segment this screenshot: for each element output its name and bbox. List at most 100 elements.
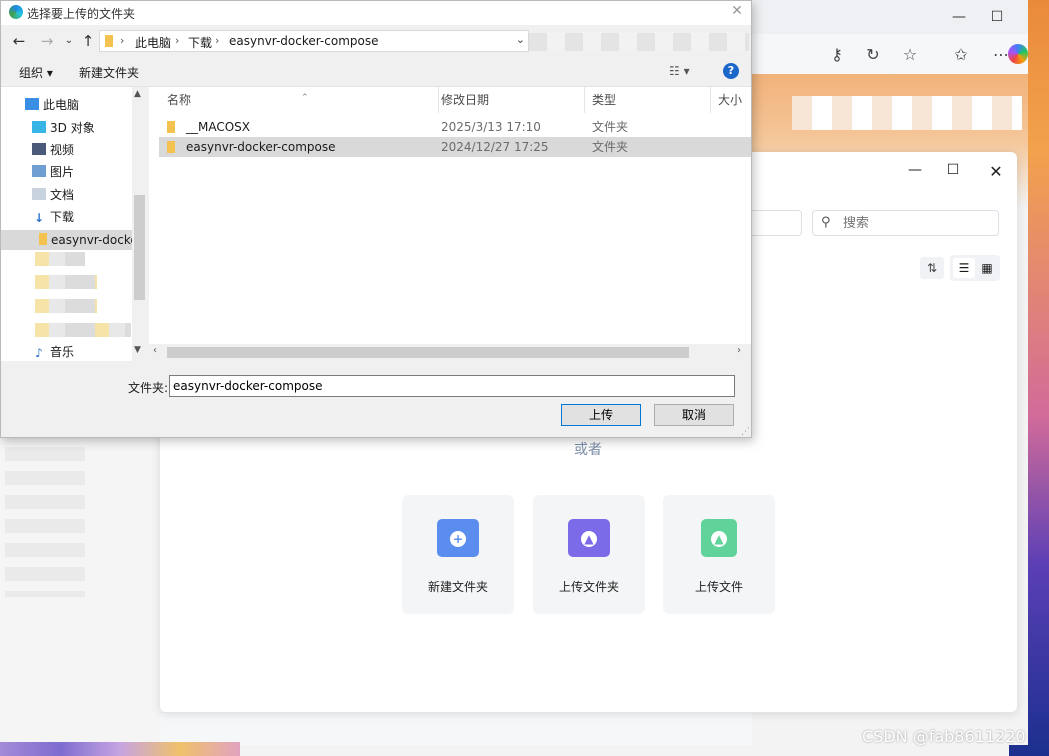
up-icon[interactable]: ↑ xyxy=(78,31,98,51)
blurred-item xyxy=(35,299,97,313)
address-bar[interactable]: › 此电脑 › 下载 › easynvr-docker-compose ⌄ xyxy=(99,30,529,52)
scroll-thumb[interactable] xyxy=(167,347,689,358)
nav-item-videos[interactable]: 视频 xyxy=(1,140,132,160)
maximize-icon[interactable]: ☐ xyxy=(983,6,1011,28)
sort-button[interactable]: ⇅ xyxy=(920,257,944,279)
forward-icon[interactable]: → xyxy=(37,31,57,51)
nav-label: 文档 xyxy=(50,188,75,202)
nav-scrollbar[interactable]: ▲ ▼ xyxy=(132,87,147,361)
chevron-left-icon[interactable]: ‹ xyxy=(153,345,157,356)
file-date: 2025/3/13 17:10 xyxy=(441,120,541,134)
file-date: 2024/12/27 17:25 xyxy=(441,140,549,154)
chevron-down-icon[interactable]: ▼ xyxy=(134,345,141,355)
grid-view-icon[interactable]: ▦ xyxy=(976,258,998,278)
dialog-titlebar: 选择要上传的文件夹 ✕ xyxy=(1,1,751,25)
file-name: easynvr-docker-compose xyxy=(186,140,336,154)
new-folder-icon: + xyxy=(437,519,479,557)
search-icon: ⚲ xyxy=(821,215,831,230)
nav-label: 视频 xyxy=(50,143,75,157)
browser-toolbar: ⚷ ↻ ☆ ✩ ⋯ xyxy=(752,34,1028,74)
column-header-name[interactable]: 名称 ⌃ xyxy=(157,87,439,113)
card-label: 上传文件 xyxy=(694,580,743,594)
upload-file-card[interactable]: ▲ 上传文件 xyxy=(663,495,775,614)
new-folder-card[interactable]: + 新建文件夹 xyxy=(402,495,514,614)
horizontal-scrollbar[interactable]: ‹ › xyxy=(149,344,751,361)
list-view-icon[interactable]: ☰ xyxy=(953,258,975,278)
file-name: __MACOSX xyxy=(186,120,251,134)
nav-label: 3D 对象 xyxy=(50,121,95,135)
card-label: 上传文件夹 xyxy=(558,580,619,594)
sort-up-icon: ⌃ xyxy=(301,93,309,103)
dialog-navbar: ← → ⌄ ↑ › 此电脑 › 下载 › easynvr-docker-comp… xyxy=(1,27,751,55)
breadcrumb-item[interactable]: easynvr-docker-compose xyxy=(229,34,378,48)
nav-item-this-pc[interactable]: 此电脑 xyxy=(1,95,132,115)
key-icon[interactable]: ⚷ xyxy=(826,44,848,66)
new-folder-button[interactable]: 新建文件夹 xyxy=(79,64,139,81)
copilot-icon[interactable] xyxy=(1008,44,1028,64)
organize-button[interactable]: 组织 ▾ xyxy=(19,64,53,81)
blurred-item xyxy=(35,275,97,289)
view-options-icon[interactable]: ☷ ▾ xyxy=(669,64,690,78)
scroll-thumb[interactable] xyxy=(134,195,145,300)
back-icon[interactable]: ← xyxy=(9,31,29,51)
breadcrumb-item[interactable]: 下载 xyxy=(188,34,212,51)
nav-label: easynvr-docke xyxy=(51,233,132,247)
favorites-icon[interactable]: ✩ xyxy=(950,44,972,66)
search-input[interactable] xyxy=(843,214,993,232)
breadcrumb-item[interactable]: 此电脑 xyxy=(135,34,171,51)
folder-name-input[interactable] xyxy=(169,375,735,397)
upload-file-icon: ▲ xyxy=(701,519,737,557)
or-text: 或者 xyxy=(574,442,602,458)
column-header-size[interactable]: 大小 xyxy=(708,87,751,113)
navigation-pane: 此电脑 3D 对象 视频 图片 文档 ↓ 下载 easynvr-docke ♪ 音乐… xyxy=(1,87,147,361)
nav-item-downloads[interactable]: ↓ 下载 xyxy=(1,207,132,227)
divider xyxy=(160,712,1017,713)
folder-icon xyxy=(167,121,175,133)
dialog-title: 选择要上传的文件夹 xyxy=(27,7,136,21)
computer-icon xyxy=(25,98,39,110)
chevron-right-icon: › xyxy=(215,34,220,47)
column-header-date[interactable]: 修改日期 xyxy=(431,87,585,113)
dialog-search-box[interactable] xyxy=(529,33,749,51)
chevron-right-icon: › xyxy=(175,34,180,47)
blurred-item xyxy=(35,252,85,266)
recent-dropdown-icon[interactable]: ⌄ xyxy=(59,31,79,51)
nav-label: 图片 xyxy=(50,165,75,179)
chevron-down-icon[interactable]: ⌄ xyxy=(516,33,525,46)
file-type: 文件夹 xyxy=(592,140,629,154)
chevron-right-icon[interactable]: › xyxy=(737,345,741,356)
minimize-icon[interactable]: — xyxy=(945,6,973,28)
nav-item-documents[interactable]: 文档 xyxy=(1,185,132,205)
resize-grip-icon[interactable]: ⋰ xyxy=(741,427,750,437)
refresh-icon[interactable]: ↻ xyxy=(862,44,884,66)
folder-icon xyxy=(39,233,47,245)
cancel-button[interactable]: 取消 xyxy=(654,404,734,426)
upload-folder-card[interactable]: ▲ 上传文件夹 xyxy=(533,495,645,614)
nav-item-music[interactable]: ♪ 音乐 xyxy=(1,342,132,362)
help-icon[interactable]: ? xyxy=(723,63,739,79)
close-icon[interactable]: ✕ xyxy=(986,162,1006,182)
search-box[interactable]: ⚲ xyxy=(812,210,999,236)
command-bar: 组织 ▾ 新建文件夹 ☷ ▾ ? xyxy=(1,57,751,87)
star-icon[interactable]: ☆ xyxy=(899,44,921,66)
nav-label: 下载 xyxy=(50,210,75,224)
chevron-up-icon[interactable]: ▲ xyxy=(134,89,141,99)
nav-label: 音乐 xyxy=(50,345,75,359)
maximize-icon[interactable]: ☐ xyxy=(943,162,963,182)
file-list: 名称 ⌃ 修改日期 类型 大小 __MACOSX 2025/3/13 17:10 … xyxy=(149,87,751,361)
column-header-type[interactable]: 类型 xyxy=(582,87,711,113)
folder-icon xyxy=(105,35,113,47)
upload-button[interactable]: 上传 xyxy=(561,404,641,426)
file-row[interactable]: __MACOSX 2025/3/13 17:10 文件夹 xyxy=(159,117,751,137)
nav-item-easynvr[interactable]: easynvr-docke xyxy=(1,230,132,250)
music-icon: ♪ xyxy=(35,346,43,360)
close-icon[interactable]: ✕ xyxy=(727,3,747,23)
view-toggle: ☰ ▦ xyxy=(950,255,1000,281)
cube-icon xyxy=(32,121,46,133)
nav-item-3d[interactable]: 3D 对象 xyxy=(1,118,132,138)
minimize-icon[interactable]: — xyxy=(905,162,925,182)
download-icon: ↓ xyxy=(33,211,45,225)
file-row[interactable]: easynvr-docker-compose 2024/12/27 17:25 … xyxy=(159,137,751,157)
nav-item-pictures[interactable]: 图片 xyxy=(1,162,132,182)
file-dialog: 选择要上传的文件夹 ✕ ← → ⌄ ↑ › 此电脑 › 下载 › easynvr… xyxy=(0,0,752,438)
